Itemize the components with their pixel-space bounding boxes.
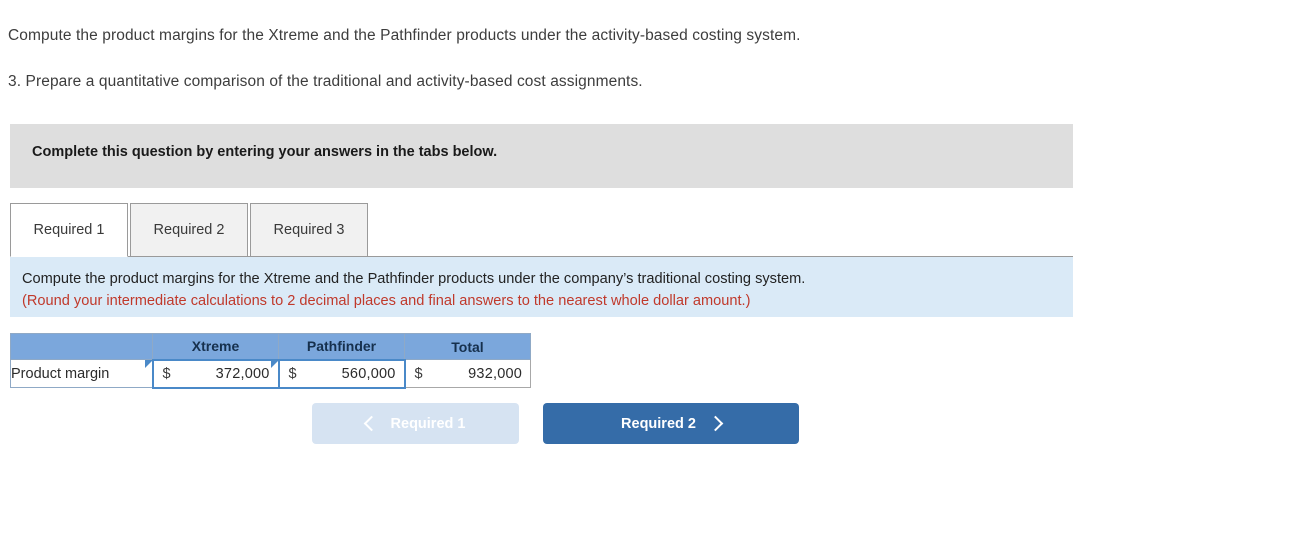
question-prompt-box: Compute the product margins for the Xtre… [10,257,1073,317]
value-pathfinder: 560,000 [341,365,396,382]
tab-required-3[interactable]: Required 3 [250,203,368,257]
chevron-right-icon [707,415,724,432]
total-cell: $ 932,000 [404,359,531,388]
currency-symbol-total: $ [414,365,423,382]
cell-marker-icon [144,359,153,368]
column-header-total: Total [404,333,531,360]
input-cell-pathfinder[interactable]: $ 560,000 [270,358,406,389]
tab-required-2-label: Required 2 [153,222,225,238]
currency-symbol-xtreme: $ [162,365,171,382]
table-row: Product margin $ 372,000 $ 560,000 $ 932… [10,358,531,389]
tab-required-1[interactable]: Required 1 [10,203,128,257]
previous-required-label: Required 1 [390,415,466,432]
chevron-left-icon [363,415,379,432]
cell-marker-icon [270,359,279,368]
next-required-button[interactable]: Required 2 [543,403,799,444]
column-header-pathfinder: Pathfinder [278,333,405,360]
tab-required-3-label: Required 3 [273,222,345,238]
row-label-product-margin: Product margin [10,359,153,388]
instruction-banner-text: Complete this question by entering your … [32,144,498,160]
question-prompt-text: Compute the product margins for the Xtre… [22,271,806,287]
value-total: 932,000 [468,365,522,382]
value-xtreme: 372,000 [215,365,270,382]
product-margin-table: Xtreme Pathfinder Total Product margin $… [10,333,531,389]
previous-required-button[interactable]: Required 1 [312,403,519,444]
column-header-xtreme: Xtreme [152,333,279,360]
column-header-blank [10,333,153,360]
intro-paragraph-1: Compute the product margins for the Xtre… [8,27,801,44]
intro-paragraph-2: 3. Prepare a quantitative comparison of … [8,73,643,90]
tab-required-2[interactable]: Required 2 [130,203,248,257]
question-rounding-note: (Round your intermediate calculations to… [22,293,751,309]
tab-required-1-label: Required 1 [33,222,105,238]
input-cell-xtreme[interactable]: $ 372,000 [144,358,280,389]
tab-strip: Required 1 Required 2 Required 3 [10,203,1073,257]
instruction-banner: Complete this question by entering your … [10,124,1073,188]
table-header-row: Xtreme Pathfinder Total [10,333,531,360]
currency-symbol-pathfinder: $ [288,365,297,382]
next-required-label: Required 2 [621,415,696,432]
